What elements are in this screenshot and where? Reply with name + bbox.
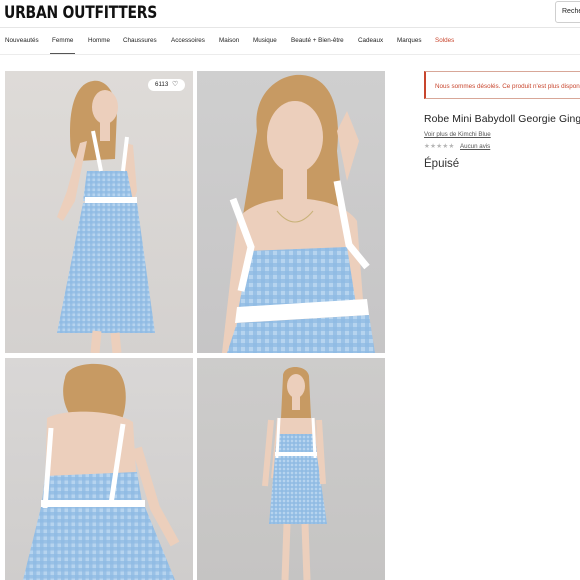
reviews-link[interactable]: Aucun avis: [460, 143, 490, 150]
nav-item-marques[interactable]: Marques: [397, 37, 422, 44]
nav-item-homme[interactable]: Homme: [88, 37, 110, 44]
heart-outline-icon: ♡: [172, 81, 179, 88]
brand-link[interactable]: Voir plus de Kimchi Blue: [424, 131, 491, 138]
favorites-count: 6113: [155, 81, 169, 88]
rating-stars-icon: ★★★★★: [424, 143, 455, 150]
nav-item-cadeaux[interactable]: Cadeaux: [358, 37, 383, 44]
search-input[interactable]: Reche: [555, 1, 580, 23]
nav-item-nouveautes[interactable]: Nouveautés: [5, 37, 39, 44]
model-illustration: [57, 80, 155, 353]
unavailable-alert: Nous sommes désolés. Ce produit n'est pl…: [424, 71, 580, 99]
product-image-3[interactable]: [5, 358, 193, 580]
model-illustration: [262, 367, 327, 580]
product-image-1[interactable]: [5, 71, 193, 353]
stock-status: Épuisé: [424, 158, 460, 170]
product-title: Robe Mini Babydoll Georgie Gingham: [424, 114, 580, 125]
product-image-2[interactable]: [197, 71, 385, 353]
nav-item-musique[interactable]: Musique: [253, 37, 277, 44]
nav-item-chaussures[interactable]: Chaussures: [123, 37, 157, 44]
nav-item-beaute[interactable]: Beauté + Bien-être: [291, 37, 344, 44]
model-illustration: [222, 74, 375, 353]
brand-logo[interactable]: URBAN OUTFITTERS: [4, 3, 157, 23]
nav-item-soldes[interactable]: Soldes: [435, 37, 454, 44]
site-header: URBAN OUTFITTERS Reche: [0, 0, 580, 28]
nav-item-femme[interactable]: Femme: [49, 37, 76, 54]
nav-item-maison[interactable]: Maison: [219, 37, 239, 44]
product-image-4[interactable]: [197, 358, 385, 580]
main-nav: Nouveautés Femme Homme Chaussures Access…: [0, 29, 580, 55]
nav-item-accessoires[interactable]: Accessoires: [171, 37, 205, 44]
model-illustration: [23, 363, 180, 580]
favorite-button[interactable]: 6113 ♡: [148, 79, 185, 91]
